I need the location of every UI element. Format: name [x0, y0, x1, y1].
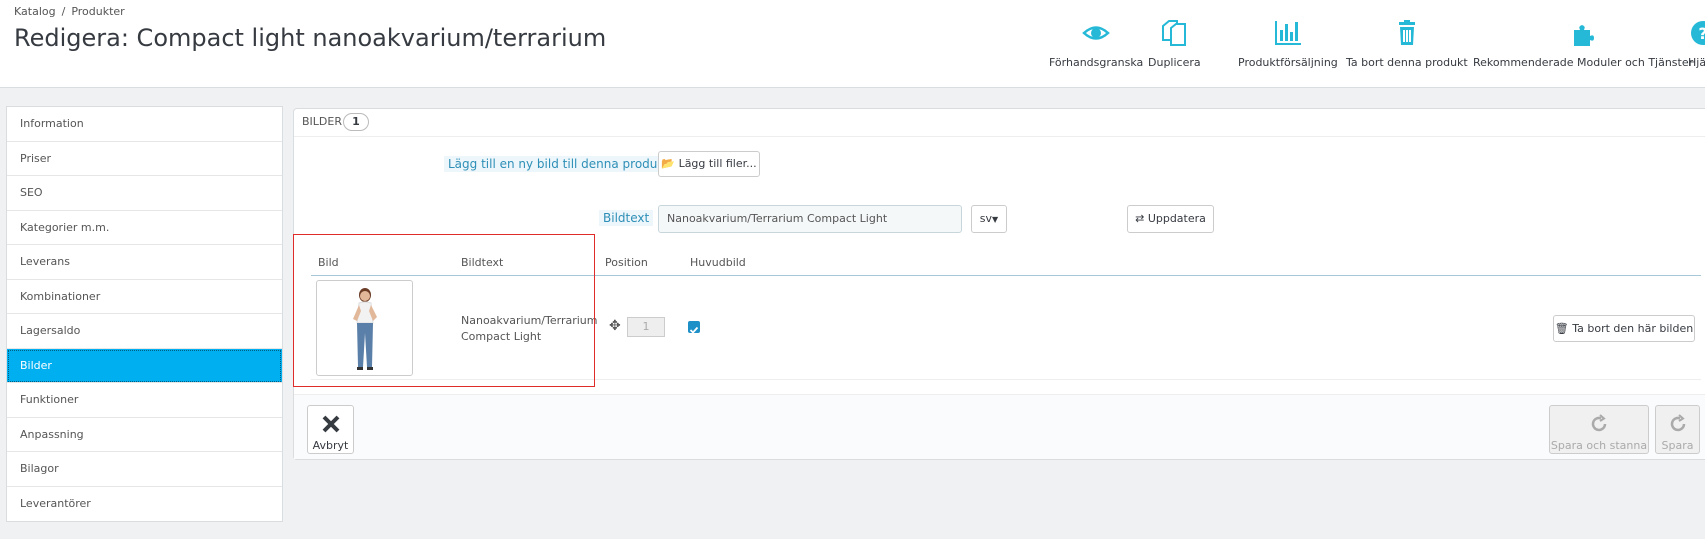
product-tabs: Information Priser SEO Kategorier m.m. L…: [6, 106, 283, 522]
preview-label: Förhandsgranska: [1049, 56, 1144, 69]
check-icon: [689, 326, 699, 334]
tab-prices[interactable]: Priser: [7, 142, 282, 176]
folder-open-icon: 📂: [661, 157, 676, 170]
cancel-button[interactable]: Avbryt: [307, 405, 354, 454]
shuffle-icon: ⇄: [1135, 212, 1145, 225]
delete-product-button[interactable]: Ta bort denna produkt: [1346, 18, 1468, 69]
tab-stock[interactable]: Lagersaldo: [7, 314, 282, 349]
page-title: Redigera: Compact light nanoakvarium/ter…: [14, 24, 607, 52]
add-files-button[interactable]: 📂 Lägg till filer...: [658, 151, 760, 177]
duplicate-label: Duplicera: [1148, 56, 1201, 69]
help-button[interactable]: ? Hjä: [1688, 18, 1705, 69]
tab-customization[interactable]: Anpassning: [7, 418, 282, 452]
eye-icon: [1049, 18, 1143, 48]
delete-image-button[interactable]: 🗑 Ta bort den här bilden: [1553, 315, 1695, 342]
recommended-modules-button[interactable]: Rekommenderade Moduler och Tjänster: [1473, 18, 1693, 69]
close-icon: [308, 414, 353, 437]
breadcrumb: Katalog / Produkter: [14, 5, 125, 18]
position-input[interactable]: 1: [627, 317, 665, 337]
tab-combinations[interactable]: Kombinationer: [7, 280, 282, 314]
caption-label: Bildtext: [599, 210, 654, 226]
sales-button[interactable]: Produktförsäljning: [1238, 18, 1338, 69]
drag-move-icon[interactable]: ✥: [609, 318, 621, 334]
highlight-box: [293, 234, 595, 387]
tab-images[interactable]: Bilder: [7, 348, 282, 383]
add-image-label: Lägg till en ny bild till denna produkt: [444, 156, 674, 172]
svg-text:?: ?: [1698, 24, 1705, 43]
tab-seo[interactable]: SEO: [7, 176, 282, 211]
save-button[interactable]: Spara: [1655, 405, 1700, 454]
trash-icon: [1346, 18, 1468, 48]
add-files-label: Lägg till filer...: [678, 157, 757, 170]
breadcrumb-separator: /: [61, 5, 66, 18]
header-position: Position: [605, 256, 648, 269]
duplicate-button[interactable]: Duplicera: [1148, 18, 1201, 69]
refresh-icon: [1656, 414, 1699, 437]
tab-suppliers[interactable]: Leverantörer: [7, 487, 282, 522]
update-label: Uppdatera: [1147, 212, 1206, 225]
bar-chart-icon: [1238, 18, 1338, 48]
tab-features[interactable]: Funktioner: [7, 383, 282, 418]
cover-checkbox[interactable]: [688, 321, 700, 334]
help-label: Hjä: [1688, 56, 1705, 69]
delete-product-label: Ta bort denna produkt: [1346, 56, 1468, 69]
breadcrumb-products[interactable]: Produkter: [71, 5, 124, 18]
update-button[interactable]: ⇄ Uppdatera: [1127, 205, 1214, 233]
save-and-stay-button[interactable]: Spara och stanna: [1549, 405, 1649, 454]
preview-button[interactable]: Förhandsgranska: [1049, 18, 1143, 69]
panel-footer: [294, 394, 1705, 459]
tab-categories[interactable]: Kategorier m.m.: [7, 211, 282, 245]
tab-attachments[interactable]: Bilagor: [7, 452, 282, 487]
sales-label: Produktförsäljning: [1238, 56, 1338, 69]
language-dropdown[interactable]: sv▼: [971, 205, 1007, 233]
language-value: sv: [979, 212, 993, 225]
tab-shipping[interactable]: Leverans: [7, 245, 282, 280]
tab-information[interactable]: Information: [7, 107, 282, 142]
cancel-label: Avbryt: [312, 439, 349, 452]
refresh-icon: [1550, 414, 1648, 437]
page-header: Katalog / Produkter Redigera: Compact ligh…: [0, 0, 1705, 88]
save-label: Spara: [1661, 439, 1694, 452]
image-count-badge: 1: [343, 113, 369, 131]
help-icon: ?: [1688, 18, 1705, 48]
recommended-modules-label: Rekommenderade Moduler och Tjänster: [1473, 56, 1694, 69]
header-cover: Huvudbild: [690, 256, 746, 269]
caret-down-icon: ▼: [992, 215, 999, 224]
caption-input[interactable]: Nanoakvarium/Terrarium Compact Light: [658, 205, 962, 233]
trash-small-icon: 🗑: [1554, 322, 1569, 335]
copy-icon: [1148, 18, 1201, 48]
save-and-stay-label: Spara och stanna: [1550, 439, 1648, 452]
puzzle-icon: [1473, 18, 1693, 48]
panel-heading: BILDER 1: [294, 109, 1705, 137]
breadcrumb-catalog[interactable]: Katalog: [14, 5, 56, 18]
delete-image-label: Ta bort den här bilden: [1572, 322, 1694, 335]
panel-title: BILDER: [302, 115, 342, 128]
